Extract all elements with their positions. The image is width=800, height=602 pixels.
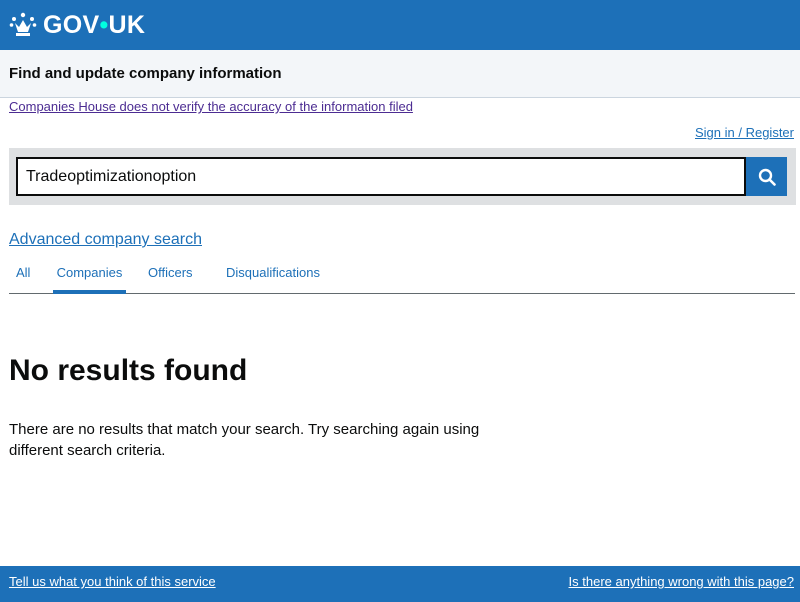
- service-name-bar: Find and update company information: [0, 50, 800, 98]
- logo-dot: •: [99, 10, 109, 39]
- search-input[interactable]: [16, 157, 746, 196]
- search-icon: [758, 168, 776, 186]
- gov-uk-logo-link[interactable]: GOV•UK: [9, 10, 145, 40]
- feedback-footer: Tell us what you think of this service I…: [0, 566, 800, 602]
- tab-officers[interactable]: Officers: [148, 259, 193, 294]
- gov-uk-header: GOV•UK: [0, 0, 800, 50]
- no-results-heading: No results found: [9, 354, 248, 387]
- tab-all[interactable]: All: [16, 259, 30, 294]
- service-name-link[interactable]: Find and update company information: [9, 65, 282, 82]
- report-problem-link[interactable]: Is there anything wrong with this page?: [569, 574, 794, 589]
- advanced-company-search-link[interactable]: Advanced company search: [9, 231, 202, 249]
- accuracy-disclaimer-link[interactable]: Companies House does not verify the accu…: [9, 99, 413, 114]
- tab-disqualifications[interactable]: Disqualifications: [221, 259, 325, 294]
- logo-prefix: GOV: [43, 10, 100, 39]
- logo-suffix: UK: [108, 10, 146, 39]
- no-results-message: There are no results that match your sea…: [9, 421, 480, 459]
- tab-companies[interactable]: Companies: [53, 259, 126, 294]
- search-category-tabs: All Companies Officers Disqualifications: [9, 259, 795, 294]
- search-button[interactable]: [746, 157, 787, 196]
- search-band: [9, 148, 796, 205]
- sign-in-register-link[interactable]: Sign in / Register: [695, 125, 794, 140]
- feedback-link[interactable]: Tell us what you think of this service: [9, 574, 216, 589]
- crown-icon: [9, 12, 37, 36]
- gov-uk-wordmark: GOV•UK: [43, 11, 145, 40]
